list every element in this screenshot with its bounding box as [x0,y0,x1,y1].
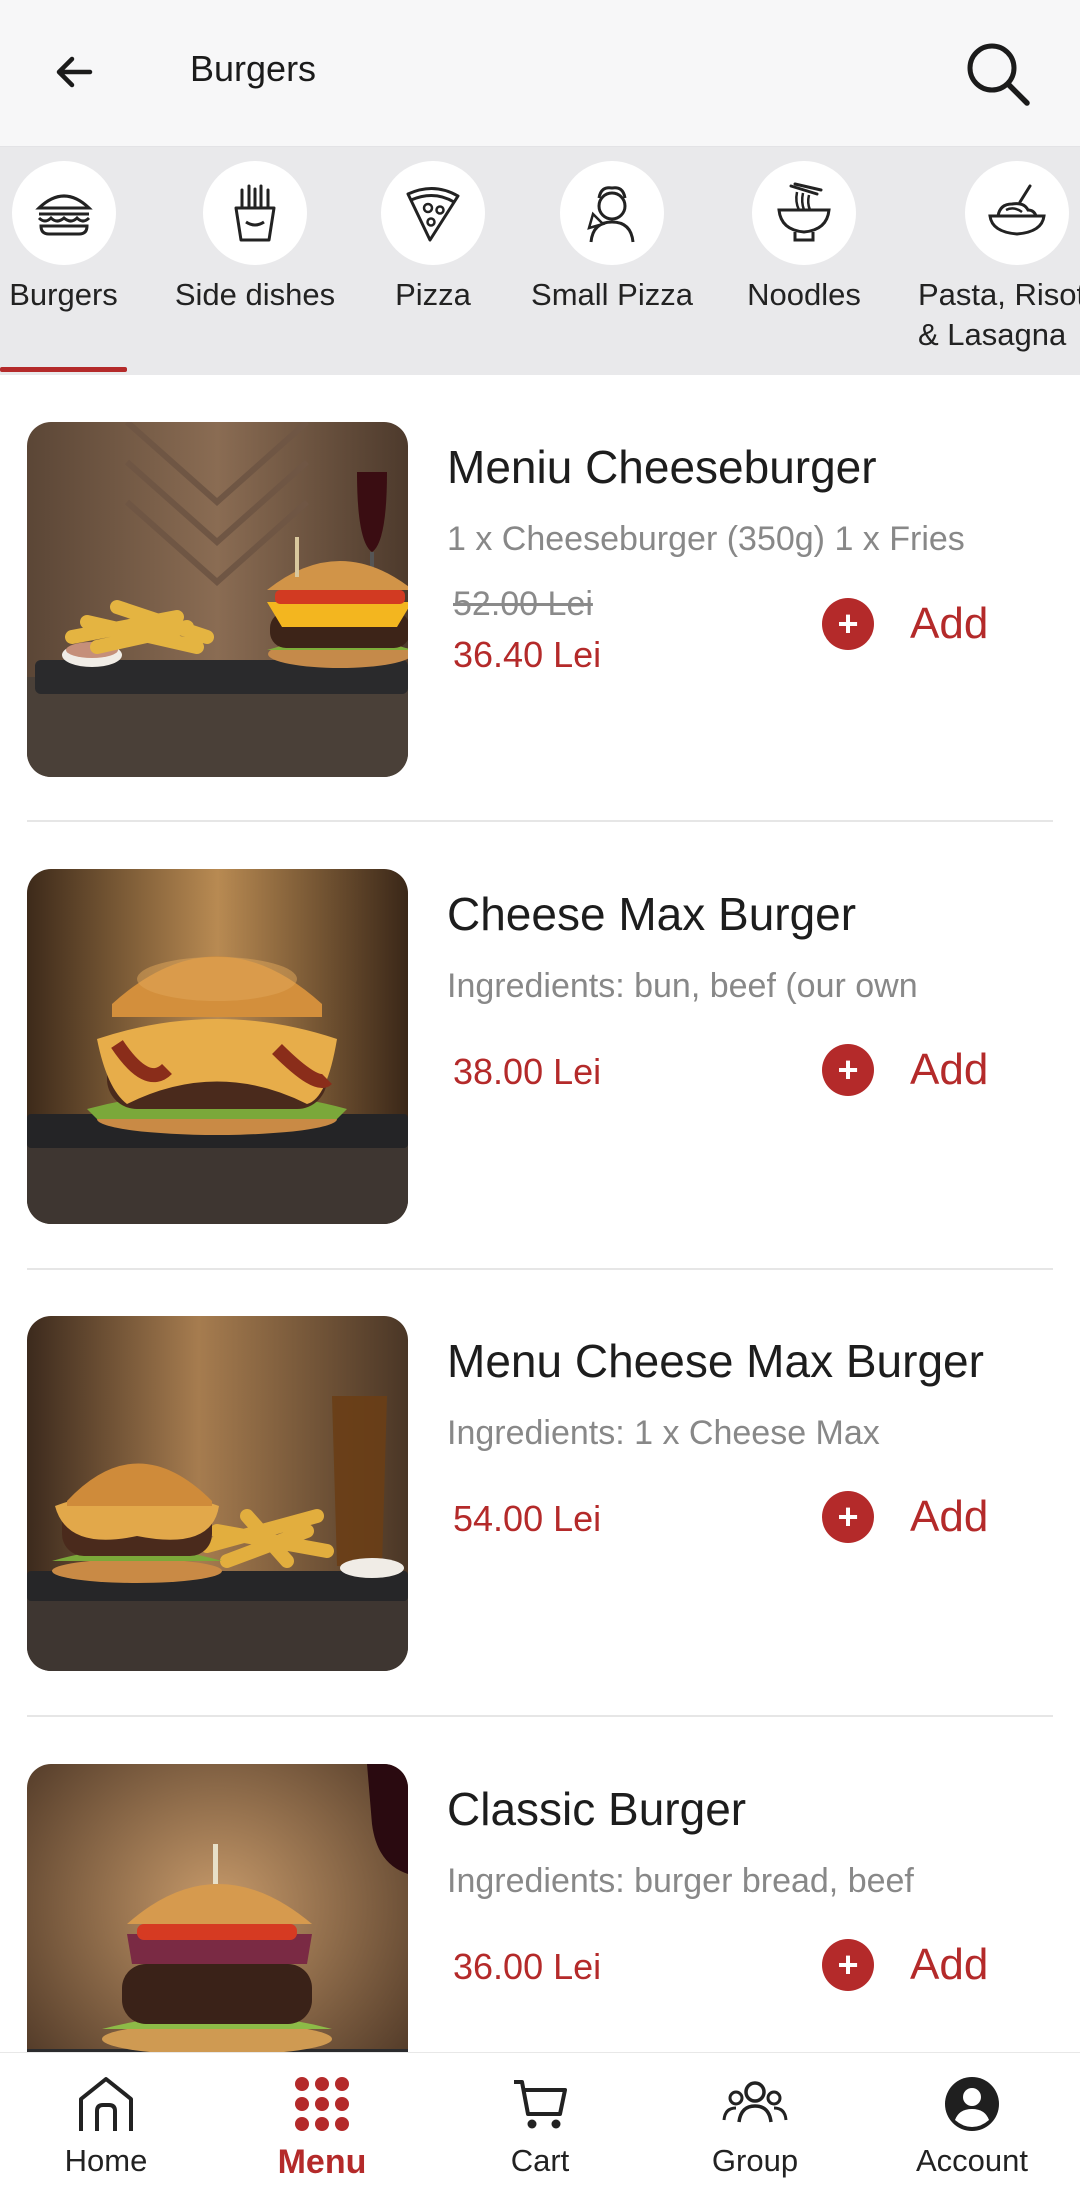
plus-icon: + [822,1044,874,1096]
add-label: Add [910,1492,989,1541]
product-image [27,869,408,1224]
add-to-cart-button[interactable]: + Add [822,1939,988,1991]
product-price: 38.00 Lei [453,1051,602,1092]
category-label: Pizza [395,277,471,312]
product-name: Meniu Cheeseburger [447,441,877,493]
add-to-cart-button[interactable]: + Add [822,598,988,650]
category-pizza[interactable]: Pizza [373,161,493,315]
product-description: Ingredients: burger bread, beef [447,1862,914,1900]
category-noodles[interactable]: Noodles [729,161,879,315]
product-price: 54.00 Lei [453,1498,602,1539]
nav-group[interactable]: Group [665,2071,845,2179]
category-label: Small Pizza [531,277,693,312]
category-side-dishes[interactable]: Side dishes [160,161,350,315]
product-image [27,1316,408,1671]
product-image [27,1764,408,2052]
noodle-bowl-icon [777,182,831,242]
group-icon [722,2081,788,2123]
category-icon-circle [752,161,856,265]
pizza-slice-icon [406,187,460,242]
product-name: Cheese Max Burger [447,888,857,940]
category-label: Burgers [9,277,118,312]
nav-home[interactable]: Home [16,2071,196,2179]
fries-icon [234,184,276,242]
divider [27,820,1053,822]
app-header: Burgers [0,0,1080,147]
category-label: Noodles [747,277,861,312]
product-old-price: 52.00 Lei [453,585,593,623]
nav-label: Home [64,2143,148,2178]
product-image [27,422,408,777]
burger-icon [34,194,93,236]
pasta-plate-icon [988,184,1046,236]
product-description: Ingredients: 1 x Cheese Max [447,1414,880,1452]
divider [27,1715,1053,1717]
product-card[interactable]: Classic Burger Ingredients: burger bread… [0,1764,1080,2052]
category-small-pizza[interactable]: Small Pizza [522,161,702,315]
nav-label: Account [915,2143,1028,2178]
page-title: Burgers [190,48,317,89]
category-icon-circle [203,161,307,265]
grid-dots-icon [295,2077,349,2131]
category-label: Pasta, Risot & Lasagna [918,277,1080,352]
selected-category-indicator [0,367,127,372]
plus-icon: + [822,1491,874,1543]
home-icon [79,2077,133,2131]
account-icon [945,2077,999,2131]
nav-account[interactable]: Account [882,2071,1062,2179]
nav-label: Group [711,2143,799,2178]
add-label: Add [910,1940,989,1989]
add-label: Add [910,599,989,648]
bottom-navigation: Home Menu Cart Group Account [0,2052,1080,2200]
category-pasta[interactable]: Pasta, Risot & Lasagna [912,161,1080,355]
category-label: Side dishes [174,277,336,312]
nav-cart[interactable]: Cart [450,2071,630,2179]
chef-pizza-icon [587,186,635,243]
product-name: Menu Cheese Max Burger [447,1335,984,1387]
cart-icon [514,2080,567,2129]
product-price: 36.40 Lei [453,634,602,675]
search-icon [967,43,1030,106]
add-label: Add [910,1045,989,1094]
product-card[interactable]: Meniu Cheeseburger 1 x Cheeseburger (350… [0,422,1080,869]
nav-label: Menu [277,2143,367,2181]
arrow-left-icon [56,56,93,88]
add-to-cart-button[interactable]: + Add [822,1044,988,1096]
plus-icon: + [822,598,874,650]
product-card[interactable]: Cheese Max Burger Ingredients: bun, beef… [0,869,1080,1316]
product-description: Ingredients: bun, beef (our own [447,967,918,1005]
category-icon-circle [965,161,1069,265]
back-button[interactable] [42,40,106,104]
nav-menu[interactable]: Menu [232,2071,412,2182]
category-icon-circle [381,161,485,265]
category-icon-circle [11,161,116,265]
nav-label: Cart [510,2143,570,2178]
product-card[interactable]: Menu Cheese Max Burger Ingredients: 1 x … [0,1316,1080,1763]
product-description: 1 x Cheeseburger (350g) 1 x Fries [447,520,965,558]
search-button[interactable] [960,36,1036,112]
category-icon-circle [560,161,664,265]
divider [27,1268,1053,1270]
product-price: 36.00 Lei [453,1946,602,1987]
add-to-cart-button[interactable]: + Add [822,1491,988,1543]
product-name: Classic Burger [447,1783,747,1835]
category-bar: Burgers Side dishes Pizza Small Pizza No… [0,147,1080,375]
plus-icon: + [822,1939,874,1991]
category-burgers[interactable]: Burgers [0,161,127,315]
